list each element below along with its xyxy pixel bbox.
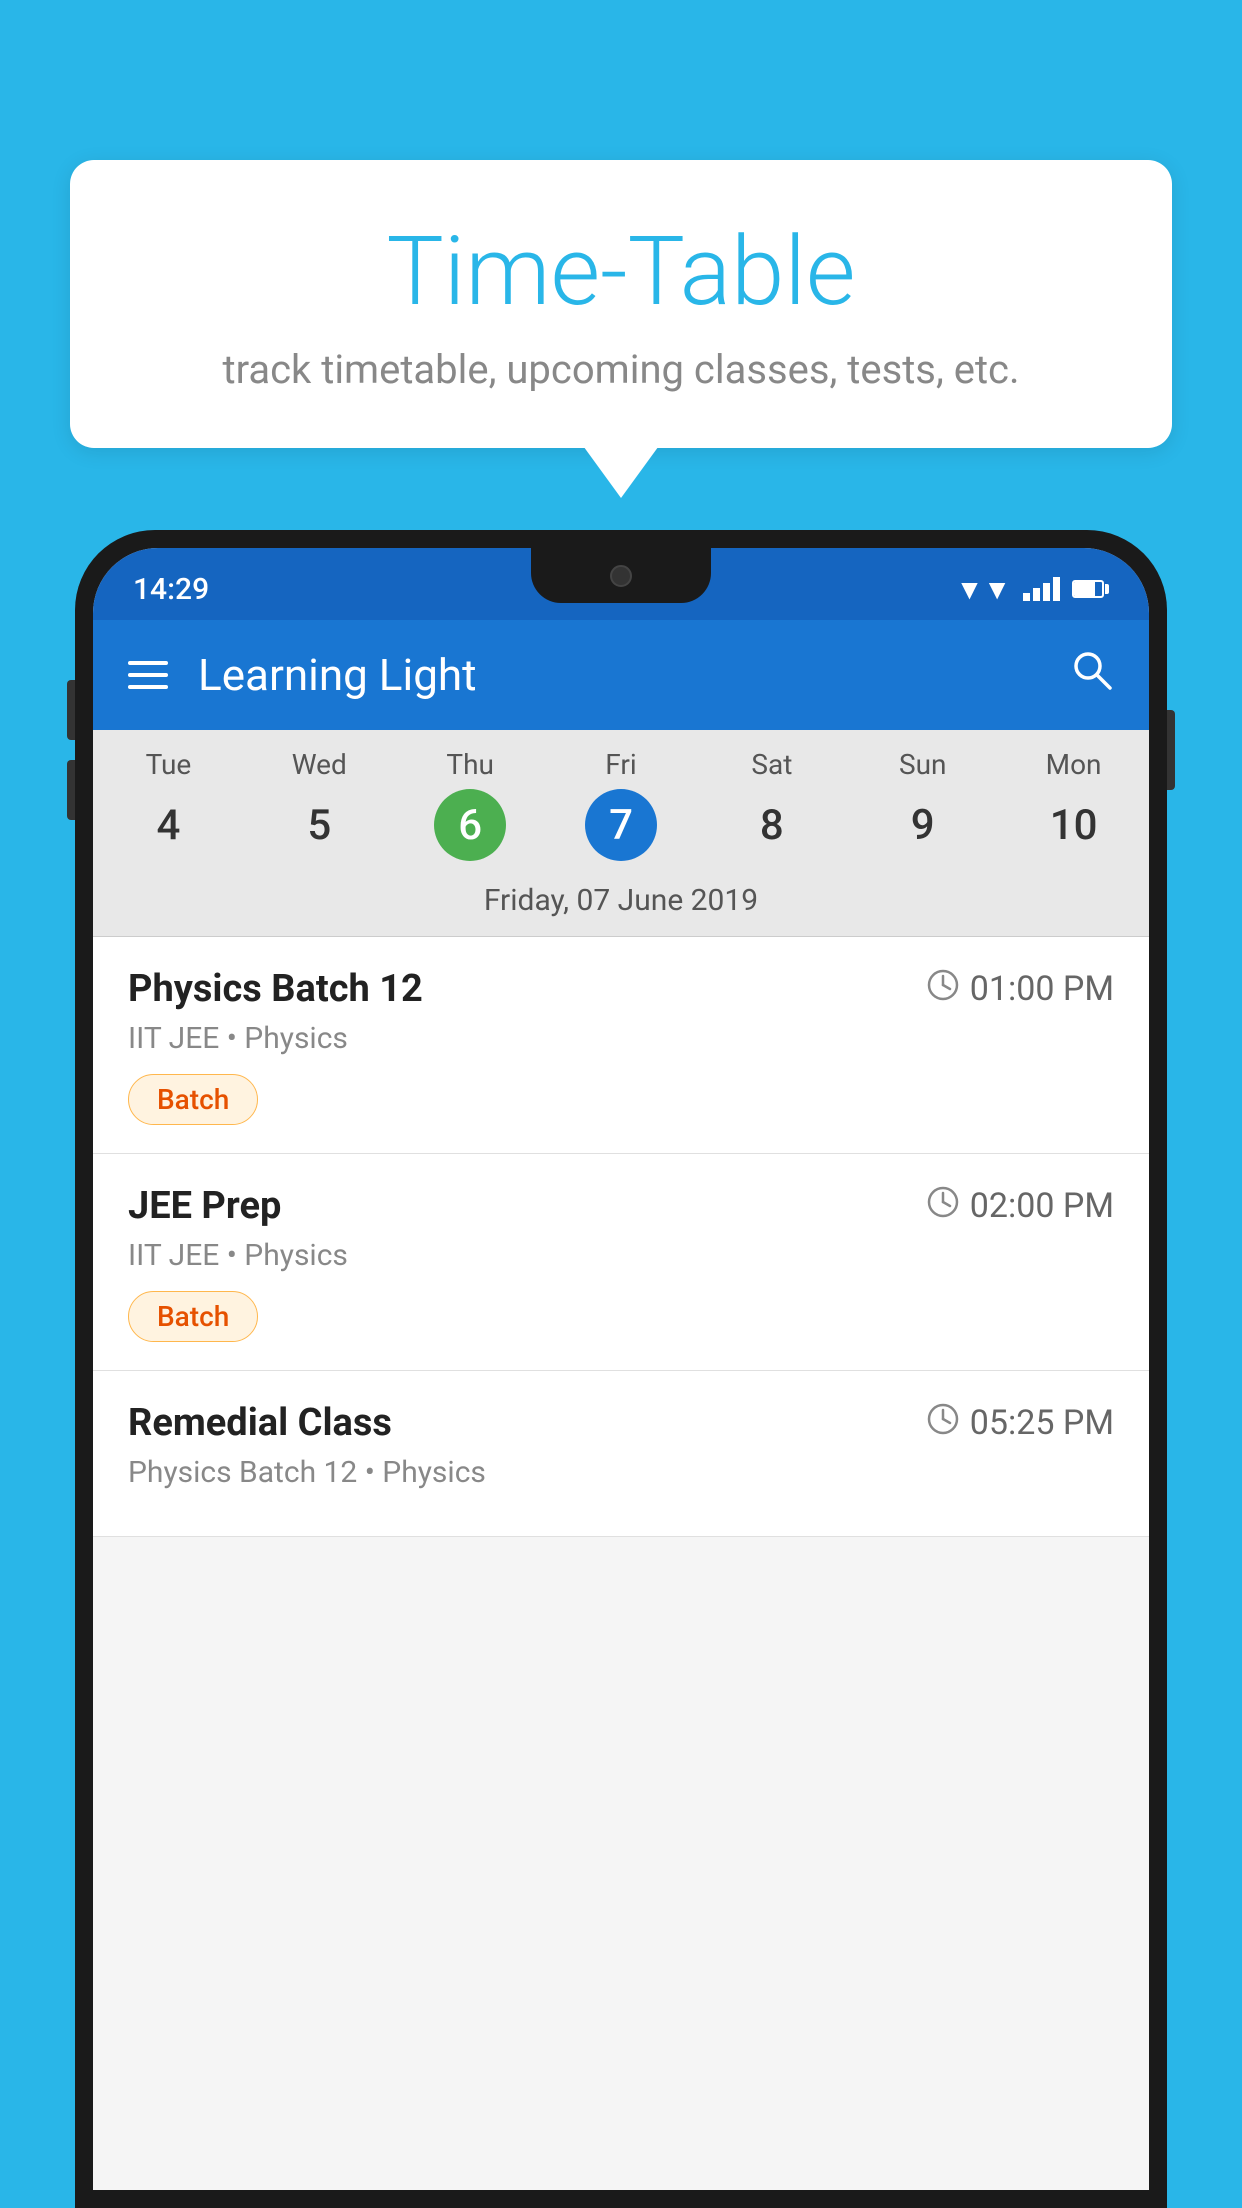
bubble-subtitle: track timetable, upcoming classes, tests… (120, 346, 1122, 393)
item-title: Physics Batch 12 (128, 967, 423, 1011)
signal-icon (1023, 577, 1060, 601)
item-badge: Batch (128, 1074, 258, 1125)
day-name: Tue (93, 748, 244, 781)
phone-notch (531, 548, 711, 603)
schedule-list: Physics Batch 12 01:00 PM IIT JEE • Phys… (93, 937, 1149, 1537)
item-time: 05:25 PM (926, 1402, 1114, 1445)
day-col-10[interactable]: Mon 10 (998, 748, 1149, 861)
day-col-8[interactable]: Sat 8 (696, 748, 847, 861)
day-col-4[interactable]: Tue 4 (93, 748, 244, 861)
item-subtitle: Physics Batch 12 • Physics (128, 1455, 1114, 1490)
item-title: JEE Prep (128, 1184, 281, 1228)
status-icons: ▼▼ (956, 573, 1109, 606)
day-col-9[interactable]: Sun 9 (847, 748, 998, 861)
day-name: Thu (395, 748, 546, 781)
calendar-strip: Tue 4 Wed 5 Thu 6 Fri 7 Sat 8 Sun 9 Mon … (93, 730, 1149, 937)
phone-outer: 14:29 ▼▼ (75, 530, 1167, 2208)
day-number: 5 (283, 789, 355, 861)
item-time: 02:00 PM (926, 1185, 1114, 1228)
clock-icon (926, 1402, 960, 1445)
speech-bubble: Time-Table track timetable, upcoming cla… (70, 160, 1172, 448)
clock-icon (926, 1185, 960, 1228)
status-time: 14:29 (133, 572, 209, 607)
clock-icon (926, 968, 960, 1011)
days-row: Tue 4 Wed 5 Thu 6 Fri 7 Sat 8 Sun 9 Mon … (93, 730, 1149, 869)
phone-wrapper: 14:29 ▼▼ (75, 530, 1167, 2208)
menu-line-3 (128, 685, 168, 689)
item-header: JEE Prep 02:00 PM (128, 1184, 1114, 1228)
menu-line-1 (128, 661, 168, 665)
day-number: 4 (132, 789, 204, 861)
schedule-item-1[interactable]: JEE Prep 02:00 PM IIT JEE • Physics Batc… (93, 1154, 1149, 1371)
item-time: 01:00 PM (926, 968, 1114, 1011)
day-col-5[interactable]: Wed 5 (244, 748, 395, 861)
item-subtitle: IIT JEE • Physics (128, 1021, 1114, 1056)
camera-dot (610, 565, 632, 587)
wifi-icon: ▼▼ (956, 573, 1011, 606)
day-number: 9 (887, 789, 959, 861)
day-number: 10 (1038, 789, 1110, 861)
schedule-item-2[interactable]: Remedial Class 05:25 PM Physics Batch 12… (93, 1371, 1149, 1537)
day-number: 6 (434, 789, 506, 861)
phone-side-btn-power (1167, 710, 1175, 790)
battery-icon (1072, 580, 1109, 598)
day-col-7[interactable]: Fri 7 (546, 748, 697, 861)
app-bar: Learning Light (93, 620, 1149, 730)
phone-screen: 14:29 ▼▼ (93, 548, 1149, 2190)
schedule-item-0[interactable]: Physics Batch 12 01:00 PM IIT JEE • Phys… (93, 937, 1149, 1154)
speech-bubble-container: Time-Table track timetable, upcoming cla… (70, 160, 1172, 448)
phone-side-btn-vol-down (67, 760, 75, 820)
app-bar-title: Learning Light (198, 649, 1070, 701)
day-name: Mon (998, 748, 1149, 781)
menu-button[interactable] (128, 661, 168, 689)
item-header: Remedial Class 05:25 PM (128, 1401, 1114, 1445)
day-name: Sun (847, 748, 998, 781)
day-name: Fri (546, 748, 697, 781)
day-number: 8 (736, 789, 808, 861)
item-subtitle: IIT JEE • Physics (128, 1238, 1114, 1273)
bubble-title: Time-Table (120, 220, 1122, 326)
item-header: Physics Batch 12 01:00 PM (128, 967, 1114, 1011)
phone-side-btn-vol-up (67, 680, 75, 740)
day-number: 7 (585, 789, 657, 861)
day-col-6[interactable]: Thu 6 (395, 748, 546, 861)
menu-line-2 (128, 673, 168, 677)
search-icon[interactable] (1070, 648, 1114, 703)
selected-date-label: Friday, 07 June 2019 (93, 869, 1149, 937)
item-title: Remedial Class (128, 1401, 392, 1445)
day-name: Wed (244, 748, 395, 781)
item-badge: Batch (128, 1291, 258, 1342)
day-name: Sat (696, 748, 847, 781)
